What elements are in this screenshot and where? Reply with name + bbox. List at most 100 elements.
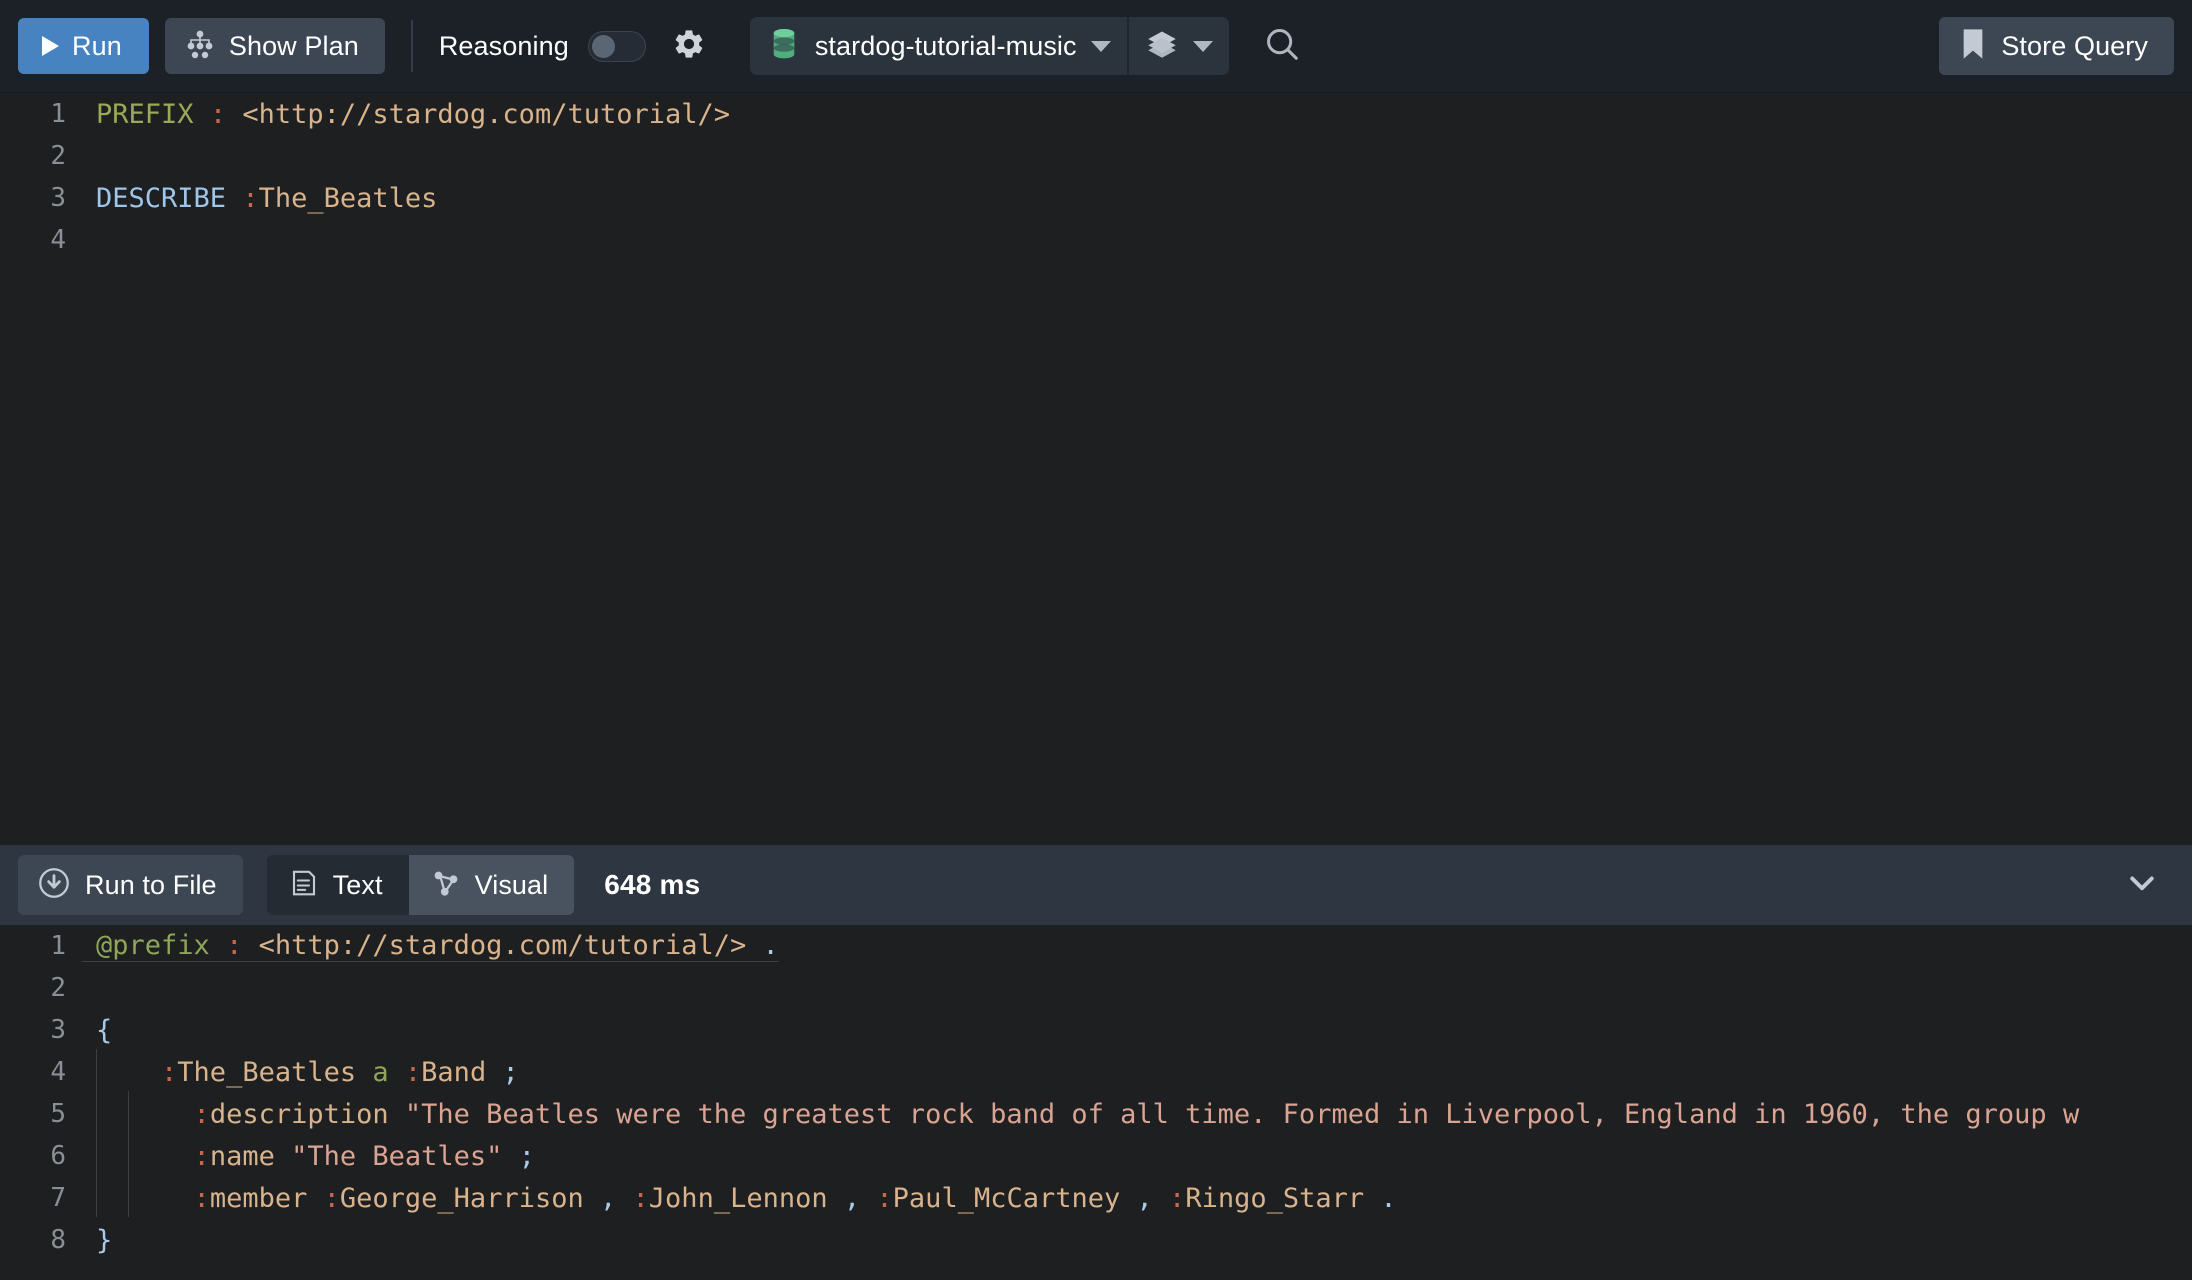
query-editor-lines: 1 PREFIX : <http://stardog.com/tutorial/>…	[0, 93, 2192, 261]
query-timing: 648 ms	[604, 869, 701, 900]
run-button-label: Run	[72, 30, 122, 61]
code-token: The_Beatles	[177, 1056, 357, 1088]
code-token: "The Beatles were the greatest rock band…	[404, 1098, 2080, 1130]
toggle-knob	[591, 34, 615, 58]
code-token: @prefix	[96, 930, 210, 961]
run-button[interactable]: Run	[18, 18, 149, 74]
code-token: <http://stardog.com/tutorial/>	[258, 930, 747, 961]
database-selector-group: stardog-tutorial-music	[749, 17, 1229, 75]
code-token: }	[96, 1224, 113, 1256]
tab-text[interactable]: Text	[266, 855, 409, 915]
top-toolbar: Run Show Plan Reasoning stardog-tutorial…	[0, 0, 2192, 93]
code-token: The_Beatles	[258, 182, 438, 214]
code-token: PREFIX	[96, 98, 194, 130]
code-token: {	[96, 1014, 113, 1046]
code-token: ,	[1136, 1182, 1153, 1214]
graph-layers-selector[interactable]	[1129, 17, 1229, 75]
query-editor[interactable]: 1 PREFIX : <http://stardog.com/tutorial/>…	[0, 93, 2192, 845]
reasoning-toggle[interactable]	[587, 30, 646, 62]
line-number: 1	[50, 99, 66, 129]
code-token: .	[762, 930, 779, 961]
line-number: 1	[50, 931, 66, 961]
code-line: 1 @prefix : <http://stardog.com/tutorial/…	[0, 925, 2192, 967]
code-token: :	[404, 1056, 422, 1088]
code-line: 5 :description "The Beatles were the gre…	[0, 1090, 2192, 1135]
run-to-file-button[interactable]: Run to File	[18, 855, 243, 915]
line-number: 7	[50, 1183, 66, 1213]
line-number: 3	[50, 183, 66, 213]
code-token: "The Beatles"	[291, 1140, 503, 1172]
line-number: 2	[50, 973, 66, 1003]
line-number: 4	[50, 1057, 66, 1087]
code-line: 2	[0, 135, 2192, 177]
code-line-content: :description "The Beatles were the great…	[82, 1090, 2080, 1133]
code-token: :	[161, 1056, 178, 1088]
code-token: member	[209, 1182, 308, 1214]
line-number: 3	[50, 1015, 66, 1045]
store-query-label: Store Query	[2001, 30, 2148, 61]
code-token: a	[372, 1056, 389, 1088]
code-line: 3{	[0, 1009, 2192, 1051]
code-token: Band	[421, 1056, 487, 1088]
download-circle-icon	[38, 867, 70, 904]
code-token: :	[226, 930, 243, 961]
chevron-down-icon	[2124, 865, 2160, 906]
database-icon	[770, 28, 798, 65]
settings-button[interactable]	[672, 27, 706, 66]
line-number: 8	[50, 1225, 66, 1255]
line-number: 6	[50, 1141, 66, 1171]
results-view-tabs: Text Visual	[266, 855, 575, 915]
code-line-content: :The_Beatles a :Band ;	[82, 1048, 519, 1091]
code-line: 4	[0, 219, 2192, 261]
code-line: 2	[0, 967, 2192, 1009]
code-token: :	[323, 1182, 340, 1214]
code-line: 7 :member :George_Harrison , :John_Lenno…	[0, 1174, 2192, 1219]
code-token: Ringo_Starr	[1185, 1182, 1365, 1214]
results-output[interactable]: 1 @prefix : <http://stardog.com/tutorial/…	[0, 925, 2192, 1280]
line-number: 4	[50, 225, 66, 255]
toolbar-divider	[410, 20, 413, 72]
search-button[interactable]	[1263, 25, 1301, 68]
tab-text-label: Text	[332, 869, 383, 900]
code-line: 6 :name "The Beatles" ;	[0, 1132, 2192, 1177]
database-selector[interactable]: stardog-tutorial-music	[750, 17, 1127, 75]
play-icon	[42, 36, 59, 56]
gear-icon	[672, 27, 706, 66]
code-token: DESCRIBE	[96, 182, 227, 214]
layers-icon	[1145, 29, 1179, 64]
show-plan-button[interactable]: Show Plan	[164, 18, 385, 74]
code-token: :	[193, 1098, 210, 1130]
layers-caret-down-icon	[1192, 40, 1213, 52]
code-token: :	[1169, 1182, 1186, 1214]
code-token: <http://stardog.com/tutorial/>	[242, 98, 731, 130]
code-token: ,	[843, 1182, 861, 1214]
collapse-results-button[interactable]	[2124, 865, 2160, 906]
code-token: description	[209, 1098, 389, 1130]
code-token: :	[209, 98, 227, 130]
results-output-lines: 1 @prefix : <http://stardog.com/tutorial/…	[0, 925, 2192, 1261]
tab-visual-label: Visual	[474, 869, 549, 900]
bookmark-icon	[1961, 28, 1985, 65]
graph-node-icon	[431, 868, 461, 903]
tab-visual[interactable]: Visual	[408, 855, 575, 915]
document-icon	[289, 868, 319, 903]
store-query-button[interactable]: Store Query	[1939, 17, 2174, 75]
code-line-content: {	[82, 1015, 112, 1046]
code-line: 4 :The_Beatles a :Band ;	[0, 1048, 2192, 1093]
code-line-content: DESCRIBE :The_Beatles	[82, 183, 437, 214]
code-token: :	[242, 182, 259, 214]
